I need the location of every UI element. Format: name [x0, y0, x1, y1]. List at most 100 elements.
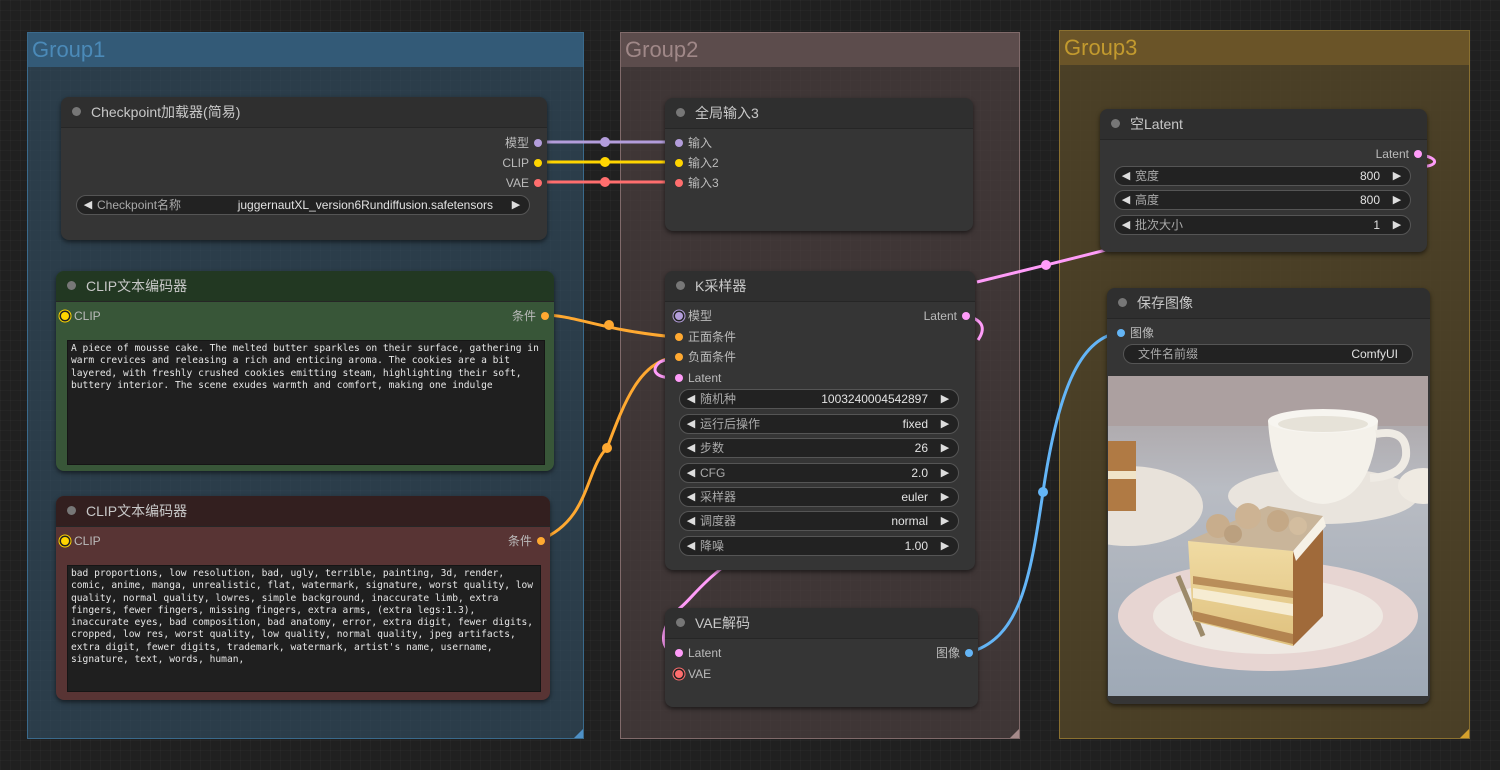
arrow-right-icon[interactable]: ▶ — [1390, 191, 1404, 209]
slot-dot-icon[interactable] — [1117, 329, 1125, 337]
group-resize-handle[interactable] — [574, 729, 583, 738]
slot-dot-icon[interactable] — [675, 159, 683, 167]
arrow-left-icon[interactable]: ◀ — [684, 488, 698, 506]
output-slot-latent[interactable]: Latent — [924, 308, 975, 324]
arrow-left-icon[interactable]: ◀ — [1119, 191, 1133, 209]
input-slot-vae[interactable]: VAE — [670, 666, 711, 682]
node-clip-text-encode-negative[interactable]: CLIP文本编码器 CLIP 条件 bad proportions, low r… — [56, 496, 550, 700]
slot-dot-icon[interactable] — [1414, 150, 1422, 158]
seed-number-widget[interactable]: ◀ 随机种 1003240004542897 ▶ — [679, 389, 959, 409]
denoise-number-widget[interactable]: ◀ 降噪 1.00 ▶ — [679, 536, 959, 556]
group-resize-handle[interactable] — [1010, 729, 1019, 738]
arrow-right-icon[interactable]: ▶ — [938, 415, 952, 433]
group-title[interactable]: Group1 — [28, 33, 583, 67]
node-title[interactable]: 空Latent — [1100, 109, 1427, 140]
slot-dot-icon[interactable] — [534, 139, 542, 147]
slot-dot-icon[interactable] — [965, 649, 973, 657]
slot-dot-icon[interactable] — [534, 179, 542, 187]
arrow-left-icon[interactable]: ◀ — [81, 196, 95, 214]
node-title[interactable]: Checkpoint加载器(简易) — [61, 97, 547, 128]
arrow-left-icon[interactable]: ◀ — [1119, 167, 1133, 185]
input-slot-clip[interactable]: CLIP — [56, 533, 101, 549]
arrow-right-icon[interactable]: ▶ — [938, 464, 952, 482]
output-slot-latent[interactable]: Latent — [1376, 146, 1427, 162]
slot-dot-icon[interactable] — [61, 537, 69, 545]
node-title[interactable]: 全局输入3 — [665, 98, 973, 129]
input-slot-latent[interactable]: Latent — [670, 370, 721, 386]
arrow-left-icon[interactable]: ◀ — [684, 537, 698, 555]
slot-dot-icon[interactable] — [675, 353, 683, 361]
input-slot-3[interactable]: 输入3 — [670, 175, 719, 191]
slot-dot-icon[interactable] — [541, 312, 549, 320]
input-slot-latent[interactable]: Latent — [670, 645, 721, 661]
group-resize-handle[interactable] — [1460, 729, 1469, 738]
slot-dot-icon[interactable] — [675, 670, 683, 678]
arrow-right-icon[interactable]: ▶ — [938, 439, 952, 457]
node-title[interactable]: CLIP文本编码器 — [56, 496, 550, 527]
output-slot-image[interactable]: 图像 — [936, 645, 978, 661]
input-slot-clip[interactable]: CLIP — [56, 308, 101, 324]
prompt-textarea-negative[interactable]: bad proportions, low resolution, bad, ug… — [67, 565, 541, 692]
node-checkpoint-loader[interactable]: Checkpoint加载器(简易) 模型 CLIP VAE ◀ Checkpoi… — [61, 97, 547, 240]
cfg-number-widget[interactable]: ◀ CFG 2.0 ▶ — [679, 463, 959, 483]
slot-dot-icon[interactable] — [537, 537, 545, 545]
sampler-combo[interactable]: ◀ 采样器 euler ▶ — [679, 487, 959, 507]
node-ksampler[interactable]: K采样器 模型 正面条件 负面条件 Latent Latent ◀ 随机种 1003… — [665, 271, 975, 570]
steps-number-widget[interactable]: ◀ 步数 26 ▶ — [679, 438, 959, 458]
arrow-left-icon[interactable]: ◀ — [684, 464, 698, 482]
input-slot-2[interactable]: 输入2 — [670, 155, 719, 171]
checkpoint-name-combo[interactable]: ◀ Checkpoint名称 juggernautXL_version6Rund… — [76, 195, 530, 215]
slot-dot-icon[interactable] — [675, 179, 683, 187]
arrow-left-icon[interactable]: ◀ — [684, 390, 698, 408]
group-title[interactable]: Group2 — [621, 33, 1019, 67]
image-preview[interactable] — [1108, 376, 1428, 696]
arrow-right-icon[interactable]: ▶ — [938, 512, 952, 530]
prompt-textarea-positive[interactable]: A piece of mousse cake. The melted butte… — [67, 340, 545, 465]
node-clip-text-encode-positive[interactable]: CLIP文本编码器 CLIP 条件 A piece of mousse cake… — [56, 271, 554, 471]
node-vae-decode[interactable]: VAE解码 Latent VAE 图像 — [665, 608, 978, 707]
node-title[interactable]: K采样器 — [665, 271, 975, 302]
slot-dot-icon[interactable] — [675, 374, 683, 382]
node-title[interactable]: 保存图像 — [1107, 288, 1430, 319]
slot-dot-icon[interactable] — [675, 139, 683, 147]
output-slot-conditioning[interactable]: 条件 — [508, 533, 550, 549]
input-slot-1[interactable]: 输入 — [670, 135, 712, 151]
output-slot-model[interactable]: 模型 — [505, 135, 547, 151]
input-slot-model[interactable]: 模型 — [670, 308, 712, 324]
arrow-left-icon[interactable]: ◀ — [684, 512, 698, 530]
batch-size-number-widget[interactable]: ◀ 批次大小 1 ▶ — [1114, 215, 1411, 235]
group-title[interactable]: Group3 — [1060, 31, 1469, 65]
slot-dot-icon[interactable] — [675, 312, 683, 320]
input-slot-negative[interactable]: 负面条件 — [670, 349, 736, 365]
input-slot-positive[interactable]: 正面条件 — [670, 329, 736, 345]
node-global-input[interactable]: 全局输入3 输入 输入2 输入3 — [665, 98, 973, 231]
arrow-right-icon[interactable]: ▶ — [938, 537, 952, 555]
node-title[interactable]: VAE解码 — [665, 608, 978, 639]
node-empty-latent[interactable]: 空Latent Latent ◀ 宽度 800 ▶ ◀ 高度 800 ▶ ◀ 批次大小 1 ▶ — [1100, 109, 1427, 252]
arrow-right-icon[interactable]: ▶ — [1390, 216, 1404, 234]
output-slot-conditioning[interactable]: 条件 — [512, 308, 554, 324]
arrow-left-icon[interactable]: ◀ — [684, 415, 698, 433]
width-number-widget[interactable]: ◀ 宽度 800 ▶ — [1114, 166, 1411, 186]
filename-prefix-input[interactable]: 文件名前缀 ComfyUI — [1123, 344, 1413, 364]
node-save-image[interactable]: 保存图像 图像 文件名前缀 ComfyUI — [1107, 288, 1430, 704]
node-title[interactable]: CLIP文本编码器 — [56, 271, 554, 302]
slot-dot-icon[interactable] — [534, 159, 542, 167]
output-slot-clip[interactable]: CLIP — [502, 155, 547, 171]
output-slot-vae[interactable]: VAE — [506, 175, 547, 191]
arrow-right-icon[interactable]: ▶ — [938, 390, 952, 408]
arrow-right-icon[interactable]: ▶ — [938, 488, 952, 506]
control-after-generate-combo[interactable]: ◀ 运行后操作 fixed ▶ — [679, 414, 959, 434]
slot-dot-icon[interactable] — [962, 312, 970, 320]
arrow-right-icon[interactable]: ▶ — [1390, 167, 1404, 185]
arrow-left-icon[interactable]: ◀ — [684, 439, 698, 457]
slot-dot-icon[interactable] — [675, 333, 683, 341]
scheduler-combo[interactable]: ◀ 调度器 normal ▶ — [679, 511, 959, 531]
slot-label: 图像 — [935, 646, 960, 660]
arrow-left-icon[interactable]: ◀ — [1119, 216, 1133, 234]
slot-dot-icon[interactable] — [675, 649, 683, 657]
input-slot-image[interactable]: 图像 — [1112, 325, 1154, 341]
arrow-right-icon[interactable]: ▶ — [509, 196, 523, 214]
height-number-widget[interactable]: ◀ 高度 800 ▶ — [1114, 190, 1411, 210]
slot-dot-icon[interactable] — [61, 312, 69, 320]
